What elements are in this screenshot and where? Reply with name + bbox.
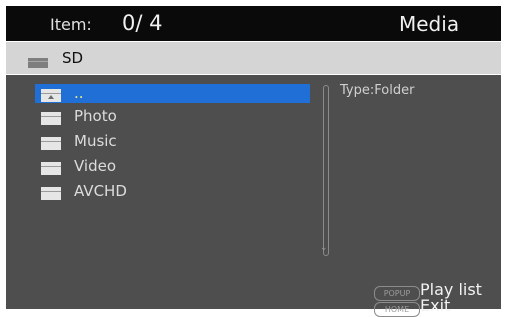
folder-icon	[41, 160, 61, 179]
list-item-parent-folder[interactable]: ..	[35, 84, 310, 103]
folder-icon	[41, 185, 61, 204]
item-label: Item:	[50, 15, 92, 34]
home-key-badge: HOME	[374, 302, 420, 317]
scrollbar[interactable]	[323, 85, 329, 256]
home-action-label: Exit	[420, 296, 451, 315]
list-item-label: Photo	[74, 107, 117, 125]
path-label: SD	[62, 49, 84, 67]
list-item-label: Video	[74, 157, 117, 175]
scroll-down-icon: ⌄	[320, 243, 328, 253]
screen-title: Media	[399, 12, 460, 36]
folder-icon	[41, 110, 61, 129]
item-count: 0/ 4	[122, 11, 163, 35]
file-browser-panel: .. Photo Music Video AVCHD ⌄ Type:Folder…	[6, 75, 501, 317]
list-item-video[interactable]: Video	[35, 157, 310, 176]
list-item-music[interactable]: Music	[35, 132, 310, 151]
list-item-label: AVCHD	[74, 182, 127, 200]
folder-icon	[41, 135, 61, 154]
path-bar: SD	[6, 42, 501, 74]
list-item-avchd[interactable]: AVCHD	[35, 182, 310, 201]
list-item-photo[interactable]: Photo	[35, 107, 310, 126]
list-item-label: Music	[74, 132, 117, 150]
list-item-label: ..	[74, 84, 84, 102]
info-type-text: Type:Folder	[340, 83, 415, 98]
popup-key-badge: POPUP	[374, 286, 420, 301]
header-bar: Item: 0/ 4 Media	[6, 6, 501, 41]
folder-up-icon	[41, 87, 61, 106]
media-screen: Item: 0/ 4 Media SD .. Photo Music Video…	[0, 0, 507, 317]
folder-icon	[28, 53, 48, 72]
